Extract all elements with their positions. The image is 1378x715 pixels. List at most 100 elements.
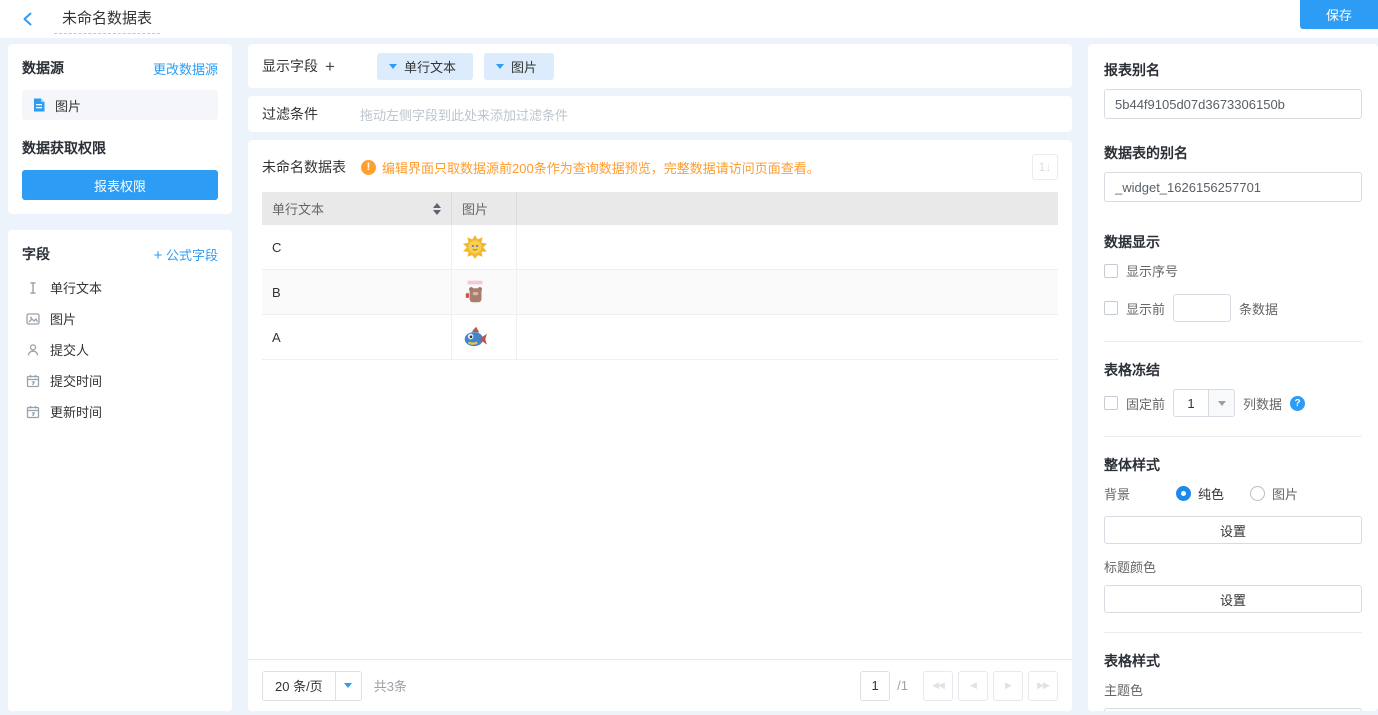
table-row[interactable]: B [262, 270, 1058, 315]
table-title: 未命名数据表 [262, 157, 346, 177]
datasource-title: 数据源 [22, 58, 64, 78]
warning-text: 编辑界面只取数据源前200条作为查询数据预览，完整数据请访问页面查看。 [382, 158, 820, 177]
table-alias-title: 数据表的别名 [1104, 143, 1362, 163]
checkbox-show-first[interactable] [1104, 301, 1118, 315]
background-set-button[interactable]: 设置 [1104, 516, 1362, 544]
total-pages: /1 [897, 678, 908, 693]
freeze-count-select[interactable]: 1 [1173, 389, 1235, 417]
pager: 1 /1 ◀◀ ◀ ▶ ▶▶ [860, 671, 1058, 701]
show-first-suffix: 条数据 [1239, 299, 1278, 318]
datasource-item[interactable]: 图片 [22, 90, 218, 120]
cell-empty [517, 270, 1058, 314]
page-title[interactable]: 未命名数据表 [54, 5, 160, 34]
show-first-count-input[interactable] [1173, 294, 1231, 322]
add-formula-field-link[interactable]: + 公式字段 [154, 245, 218, 264]
help-icon[interactable]: ? [1290, 396, 1305, 411]
image-icon [25, 311, 41, 327]
column-header-label: 图片 [462, 199, 488, 218]
text-cursor-icon [25, 280, 41, 296]
table-style-title: 表格样式 [1104, 651, 1362, 671]
left-sidebar: 数据源 更改数据源 图片 数据获取权限 报表权限 字段 + 公式字段 [8, 44, 232, 711]
filter-placeholder: 拖动左侧字段到此处来添加过滤条件 [360, 105, 568, 124]
theme-color-set-button[interactable]: 设置 [1104, 708, 1362, 711]
first-page-button[interactable]: ◀◀ [923, 671, 953, 701]
column-header-empty [517, 192, 1058, 225]
current-page-input[interactable]: 1 [860, 671, 890, 701]
table-row[interactable]: C [262, 225, 1058, 270]
back-button[interactable] [20, 11, 36, 27]
report-alias-title: 报表别名 [1104, 60, 1362, 80]
chevron-left-icon [20, 11, 36, 27]
freeze-label: 固定前 [1126, 394, 1165, 413]
chip-text-field[interactable]: 单行文本 [377, 53, 473, 80]
freeze-count-value: 1 [1174, 390, 1208, 416]
cell-empty [517, 315, 1058, 359]
column-header-label: 单行文本 [272, 199, 324, 218]
divider [1104, 341, 1362, 342]
radio-image-background[interactable] [1250, 486, 1265, 501]
field-label: 单行文本 [50, 278, 102, 297]
cell-text: C [262, 225, 452, 269]
divider [1104, 436, 1362, 437]
prev-page-button[interactable]: ◀ [958, 671, 988, 701]
freeze-suffix: 列数据 [1243, 394, 1282, 413]
cell-image [452, 225, 517, 269]
fish-image[interactable] [462, 324, 488, 350]
field-item-update-time[interactable]: 更新时间 [22, 396, 218, 427]
solid-color-label: 纯色 [1198, 484, 1224, 503]
field-item-submitter[interactable]: 提交人 [22, 334, 218, 365]
table-row[interactable]: A [262, 315, 1058, 360]
main-panel: 显示字段 + 单行文本 图片 过滤条件 拖动左侧字段到此处来添加过滤条件 未命名… [248, 44, 1072, 711]
person-icon [25, 342, 41, 358]
fields-card: 字段 + 公式字段 单行文本 图片 [8, 230, 232, 711]
add-formula-label: 公式字段 [166, 248, 218, 263]
field-label: 图片 [50, 309, 76, 328]
field-label: 提交时间 [50, 371, 102, 390]
title-color-set-button[interactable]: 设置 [1104, 585, 1362, 613]
table-card: 未命名数据表 ! 编辑界面只取数据源前200条作为查询数据预览，完整数据请访问页… [248, 140, 1072, 711]
page-size-value: 20 条/页 [263, 676, 335, 695]
bear-image[interactable] [462, 279, 488, 305]
last-page-button[interactable]: ▶▶ [1028, 671, 1058, 701]
table-header-row: 单行文本 图片 [262, 192, 1058, 225]
report-permission-button[interactable]: 报表权限 [22, 170, 218, 200]
save-button[interactable]: 保存 [1300, 0, 1378, 29]
next-page-button[interactable]: ▶ [993, 671, 1023, 701]
checkbox-show-index[interactable] [1104, 264, 1118, 278]
plus-icon: + [154, 247, 163, 264]
background-label: 背景 [1104, 484, 1176, 503]
report-alias-input[interactable] [1104, 89, 1362, 119]
topbar: 未命名数据表 保存 [0, 0, 1378, 38]
title-color-label: 标题颜色 [1104, 557, 1362, 576]
filter-bar[interactable]: 过滤条件 拖动左侧字段到此处来添加过滤条件 [248, 96, 1072, 132]
table-alias-input[interactable] [1104, 172, 1362, 202]
chip-image-field[interactable]: 图片 [484, 53, 554, 80]
theme-color-label: 主题色 [1104, 680, 1362, 699]
preview-warning: ! 编辑界面只取数据源前200条作为查询数据预览，完整数据请访问页面查看。 [361, 158, 820, 177]
display-fields-label: 显示字段 [262, 56, 318, 76]
warning-icon: ! [361, 160, 376, 175]
sort-order-button[interactable]: 1↓ [1032, 154, 1058, 180]
datasource-card: 数据源 更改数据源 图片 数据获取权限 报表权限 [8, 44, 232, 214]
page-size-select[interactable]: 20 条/页 [262, 671, 362, 701]
column-header-text[interactable]: 单行文本 [262, 192, 452, 225]
display-field-chips: 单行文本 图片 [377, 53, 554, 80]
calendar-icon [25, 404, 41, 420]
change-datasource-link[interactable]: 更改数据源 [153, 59, 218, 78]
chevron-down-icon [1208, 390, 1234, 416]
column-header-image[interactable]: 图片 [452, 192, 517, 225]
field-item-image[interactable]: 图片 [22, 303, 218, 334]
checkbox-freeze[interactable] [1104, 396, 1118, 410]
radio-solid-color[interactable] [1176, 486, 1191, 501]
cell-image [452, 270, 517, 314]
cell-text: B [262, 270, 452, 314]
field-item-submit-time[interactable]: 提交时间 [22, 365, 218, 396]
chevron-down-icon [389, 64, 397, 69]
show-index-label: 显示序号 [1126, 261, 1178, 280]
add-display-field-button[interactable]: + [325, 58, 335, 75]
field-item-text[interactable]: 单行文本 [22, 272, 218, 303]
sun-image[interactable] [462, 234, 488, 260]
divider [1104, 632, 1362, 633]
fields-title: 字段 [22, 244, 50, 264]
sort-icon[interactable] [433, 203, 441, 215]
